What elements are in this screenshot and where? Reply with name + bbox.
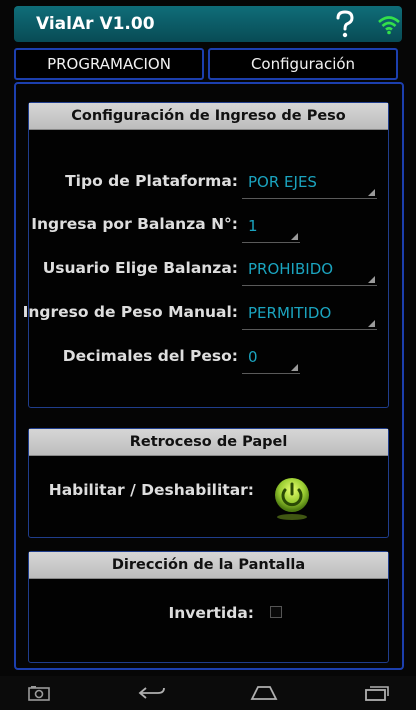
spinner-decimales[interactable]: 0 — [242, 344, 300, 374]
tab-configuracion[interactable]: Configuración — [208, 48, 398, 80]
tab-programacion[interactable]: PROGRAMACION — [14, 48, 204, 80]
settings-panel: Configuración de Ingreso de Peso Tipo de… — [14, 82, 404, 670]
spinner-value: POR EJES — [248, 173, 317, 191]
dropdown-triangle-icon — [368, 189, 375, 196]
section-header-ingreso-peso: Configuración de Ingreso de Peso — [29, 103, 388, 130]
help-icon[interactable] — [332, 10, 358, 38]
section-retroceso-papel: Retroceso de Papel Habilitar / Deshabili… — [28, 428, 389, 538]
dropdown-triangle-icon — [291, 364, 298, 371]
spinner-tipo-plataforma[interactable]: POR EJES — [242, 169, 377, 199]
title-bar: VialAr V1.00 — [14, 6, 402, 42]
dropdown-triangle-icon — [291, 233, 298, 240]
label-decimales: Decimales del Peso: — [62, 347, 238, 365]
spinner-value: 1 — [248, 217, 258, 235]
app-window: VialAr V1.00 PROGRAMACION Configuración … — [0, 0, 416, 676]
home-icon[interactable] — [250, 685, 278, 701]
label-tipo-plataforma: Tipo de Plataforma: — [65, 172, 238, 190]
system-nav-bar — [0, 676, 416, 710]
section-direccion-pantalla: Dirección de la Pantalla Invertida: — [28, 551, 389, 663]
invertida-checkbox[interactable] — [270, 606, 282, 618]
spinner-ingresa-balanza[interactable]: 1 — [242, 213, 300, 243]
section-header-retroceso-papel: Retroceso de Papel — [29, 429, 388, 456]
section-header-direccion-pantalla: Dirección de la Pantalla — [29, 552, 388, 579]
label-peso-manual: Ingreso de Peso Manual: — [22, 303, 238, 321]
spinner-peso-manual[interactable]: PERMITIDO — [242, 300, 377, 330]
screenshot-icon[interactable] — [28, 685, 50, 701]
label-habilitar: Habilitar / Deshabilitar: — [48, 481, 254, 499]
spinner-value: PROHIBIDO — [248, 260, 334, 278]
app-title: VialAr V1.00 — [36, 14, 155, 34]
spinner-usuario-elige[interactable]: PROHIBIDO — [242, 256, 377, 286]
label-usuario-elige: Usuario Elige Balanza: — [42, 259, 238, 277]
section-ingreso-peso: Configuración de Ingreso de Peso Tipo de… — [23, 102, 389, 408]
spinner-value: 0 — [248, 348, 258, 366]
label-invertida: Invertida: — [168, 604, 254, 622]
dropdown-triangle-icon — [368, 320, 375, 327]
wifi-icon — [378, 16, 400, 35]
recents-icon[interactable] — [364, 685, 390, 701]
back-icon[interactable] — [138, 685, 166, 701]
dropdown-triangle-icon — [368, 276, 375, 283]
power-toggle-icon[interactable] — [268, 475, 316, 523]
label-ingresa-balanza: Ingresa por Balanza N°: — [31, 215, 238, 233]
spinner-value: PERMITIDO — [248, 304, 332, 322]
